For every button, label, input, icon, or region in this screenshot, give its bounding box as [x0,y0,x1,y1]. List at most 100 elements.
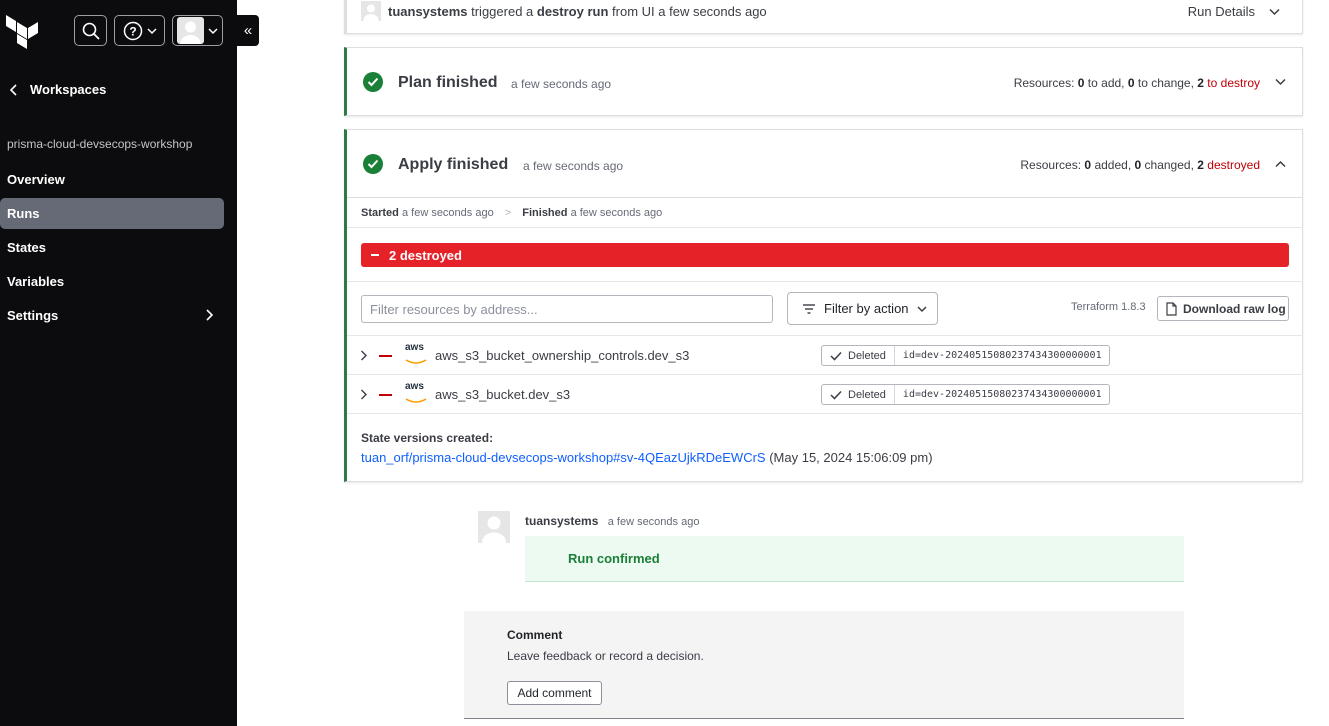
nav-item-label: Runs [7,206,40,221]
change-count: 0 [1127,76,1135,90]
changed-label: changed, [1144,158,1194,172]
comment-title: Comment [507,628,563,642]
avatar [478,511,510,543]
check-icon [830,390,842,400]
add-label: to add, [1087,76,1125,90]
nav-item-overview[interactable]: Overview [0,164,224,195]
chevron-down-icon [208,27,218,34]
nav-item-states[interactable]: States [0,232,224,263]
started-time: a few seconds ago [401,207,494,219]
trigger-text-1: triggered a [471,4,534,19]
user-silhouette-icon [180,21,201,44]
state-versions-label: State versions created: [361,431,494,445]
resource-address: aws_s3_bucket_ownership_controls.dev_s3 [435,348,690,363]
chevron-up-icon[interactable] [1275,160,1286,168]
trigger-run-type: destroy run [536,4,609,19]
status-label: Deleted [848,388,886,401]
plan-card[interactable]: Plan finished a few seconds ago Resource… [344,47,1303,116]
resource-status: Deleted id=dev-2024051508023743430000000… [821,345,1110,366]
chevron-right-icon[interactable] [360,350,367,361]
comment-time: a few seconds ago [607,516,700,528]
resource-address: aws_s3_bucket.dev_s3 [435,387,571,402]
state-version-link[interactable]: tuan_orf/prisma-cloud-devsecops-workshop… [361,450,766,465]
chevron-down-icon [146,27,157,34]
run-details-label: Run Details [1187,4,1255,19]
finished-time: a few seconds ago [570,207,663,219]
minus-icon [371,254,379,256]
nav-item-label: Overview [7,172,65,187]
user-silhouette-icon [482,516,506,543]
help-menu-button[interactable]: ? [114,15,165,46]
summary-label: Resources: [1020,158,1082,172]
destroyed-bar-label: 2 destroyed [389,247,462,263]
summary-label: Resources: [1013,76,1075,90]
terraform-logo-icon[interactable] [6,15,38,49]
avatar [177,17,204,44]
search-button[interactable] [74,15,107,46]
user-menu-button[interactable] [172,15,223,46]
run-details-toggle[interactable]: Run Details [1188,4,1280,19]
terraform-version: Terraform 1.8.3 [1071,301,1146,313]
comment-hint: Leave feedback or record a decision. [507,649,704,663]
chevron-down-icon[interactable] [1275,78,1286,86]
aws-logo-icon: aws [405,381,427,403]
sidebar: ? Workspaces prisma-cloud-devsecops-work… [0,0,237,726]
deleted-badge: Deleted [822,346,895,365]
workspaces-label: Workspaces [30,82,107,97]
chevron-left-icon [9,83,17,96]
trigger-user[interactable]: tuansystems [388,4,467,19]
resource-row[interactable]: aws aws_s3_bucket_ownership_controls.dev… [347,335,1303,374]
nav-item-runs[interactable]: Runs [0,198,224,229]
add-count: 0 [1077,76,1085,90]
comment-form: Comment Leave feedback or record a decis… [464,611,1184,719]
trigger-text: tuansystems triggered a destroy run from… [388,4,767,19]
nav-item-label: States [7,240,47,255]
add-comment-button[interactable]: Add comment [507,681,602,705]
filter-by-action-button[interactable]: Filter by action [787,292,938,325]
started-label: Started [361,207,399,219]
destroyed-label: destroyed [1207,158,1260,172]
double-chevron-left-icon: « [243,22,253,39]
state-version-time: (May 15, 2024 15:06:09 pm) [769,450,933,465]
run-trigger-card: tuansystems triggered a destroy run from… [344,0,1303,34]
apply-card: Apply finished a few seconds ago Resourc… [344,129,1303,482]
destroy-minus-icon [379,355,392,357]
nav-item-label: Variables [7,274,65,289]
comment-user[interactable]: tuansystems [525,514,598,528]
resource-row[interactable]: aws aws_s3_bucket.dev_s3 Deleted id=dev-… [347,374,1303,413]
added-label: added, [1094,158,1132,172]
svg-text:?: ? [129,24,136,38]
timeline-text: Started a few seconds ago > Finished a f… [361,207,662,219]
filter-resources-input[interactable] [361,295,773,323]
filter-by-action-label: Filter by action [824,301,909,316]
timeline-separator: > [504,207,512,219]
file-icon [1166,301,1177,316]
nav-item-variables[interactable]: Variables [0,266,224,297]
apply-time: a few seconds ago [523,159,624,173]
apply-title: Apply finished [398,156,509,173]
provider-label: aws [405,381,424,392]
comment-header: tuansystems a few seconds ago [525,514,699,528]
user-silhouette-icon [363,4,379,21]
destroy-label: to destroy [1207,76,1260,90]
chevron-down-icon [917,305,927,312]
download-raw-log-button[interactable]: Download raw log [1157,296,1289,321]
run-confirmed-message: Run confirmed [525,536,1184,582]
collapse-sidebar-button[interactable]: « [237,15,259,46]
destroy-minus-icon [379,394,392,396]
resource-id: id=dev-20240515080237434300000001 [902,350,1102,361]
check-icon [830,351,842,361]
apply-resources-summary: Resources: 0 added, 0 changed, 2 destroy… [1020,158,1260,172]
nav-item-settings[interactable]: Settings [0,300,224,331]
apply-timeline: Started a few seconds ago > Finished a f… [347,197,1303,228]
chevron-right-icon[interactable] [360,389,367,400]
workspaces-back-link[interactable]: Workspaces [9,82,106,97]
check-circle-icon [363,154,383,174]
help-icon: ? [123,21,142,40]
check-circle-icon [363,72,383,92]
destroyed-summary-bar: 2 destroyed [361,243,1289,267]
avatar [361,1,381,21]
download-raw-log-label: Download raw log [1183,301,1286,316]
nav-item-label: Settings [7,308,59,323]
resource-id: id=dev-20240515080237434300000001 [902,389,1102,400]
